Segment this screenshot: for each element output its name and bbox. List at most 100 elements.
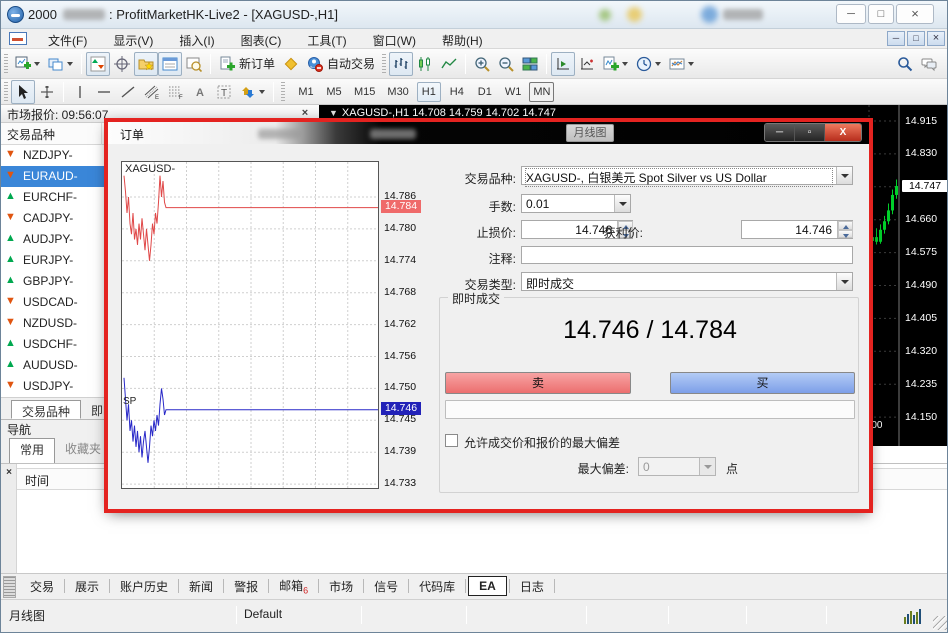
market-watch-close-icon[interactable]: × xyxy=(298,106,312,120)
window-minimize-button[interactable]: ─ xyxy=(836,4,866,24)
dock-panel-icon[interactable] xyxy=(3,576,16,598)
timeframe-H4[interactable]: H4 xyxy=(445,82,469,102)
svg-text:T: T xyxy=(221,88,227,99)
chevron-down-icon[interactable] xyxy=(836,273,852,290)
menu-item[interactable]: 插入(I) xyxy=(166,29,227,49)
menu-item[interactable]: 帮助(H) xyxy=(429,29,496,49)
chat-button[interactable] xyxy=(917,52,941,76)
navigator-toggle-button[interactable] xyxy=(134,52,158,76)
deviation-checkbox-label[interactable]: 允许成交价和报价的最大偏差 xyxy=(464,434,620,451)
timeframe-W1[interactable]: W1 xyxy=(501,82,526,102)
menu-item[interactable]: 工具(T) xyxy=(294,29,359,49)
toolbar-grip[interactable] xyxy=(4,54,8,74)
auto-scroll-button[interactable] xyxy=(575,52,599,76)
terminal-tab-交易[interactable]: 交易 xyxy=(22,575,62,598)
data-window-button[interactable] xyxy=(110,52,134,76)
timeframe-M5[interactable]: M5 xyxy=(322,82,346,102)
terminal-tab-代码库[interactable]: 代码库 xyxy=(411,575,463,598)
bar-chart-button[interactable] xyxy=(389,52,413,76)
search-button[interactable] xyxy=(893,52,917,76)
terminal-tab-展示[interactable]: 展示 xyxy=(67,575,107,598)
dialog-maximize-button[interactable]: ▫ xyxy=(795,124,825,142)
toolbar-grip[interactable] xyxy=(4,82,8,102)
menu-item[interactable]: 显示(V) xyxy=(100,29,166,49)
profiles-button[interactable] xyxy=(44,52,77,76)
window-close-button[interactable]: × xyxy=(896,4,934,24)
spinner-buttons[interactable] xyxy=(837,221,852,238)
terminal-close-icon[interactable]: × xyxy=(3,467,15,479)
toolbar-grip[interactable] xyxy=(382,54,386,74)
trendline-tool-button[interactable] xyxy=(116,80,140,104)
new-order-button[interactable]: 新订单 xyxy=(215,52,279,76)
timeframe-M1[interactable]: M1 xyxy=(294,82,318,102)
strategy-tester-button[interactable] xyxy=(182,52,206,76)
svg-text:E: E xyxy=(155,95,159,100)
terminal-tab-账户历史[interactable]: 账户历史 xyxy=(112,575,176,598)
child-minimize-button[interactable]: ─ xyxy=(887,31,905,46)
text-tool-button[interactable]: A xyxy=(188,80,212,104)
zoom-in-button[interactable] xyxy=(470,52,494,76)
candlestick-chart-button[interactable] xyxy=(413,52,437,76)
terminal-tab-新闻[interactable]: 新闻 xyxy=(181,575,221,598)
terminal-tab-EA[interactable]: EA xyxy=(468,576,507,596)
indicators-button[interactable] xyxy=(599,52,632,76)
crosshair-tool-button[interactable] xyxy=(35,80,59,104)
templates-button[interactable] xyxy=(665,52,698,76)
line-chart-button[interactable] xyxy=(437,52,461,76)
terminal-tab-市场[interactable]: 市场 xyxy=(321,575,361,598)
dialog-close-button[interactable]: X xyxy=(825,124,861,142)
buy-button[interactable]: 买 xyxy=(670,372,855,394)
toolbar-grip[interactable] xyxy=(281,82,285,102)
zoom-out-button[interactable] xyxy=(494,52,518,76)
sell-button[interactable]: 卖 xyxy=(445,372,631,394)
timeframe-D1[interactable]: D1 xyxy=(473,82,497,102)
monthly-chart-overlay-button[interactable]: 月线图 xyxy=(566,124,614,142)
timeframe-M15[interactable]: M15 xyxy=(350,82,379,102)
symbol-dropdown[interactable]: XAGUSD-, 白银美元 Spot Silver vs US Dollar xyxy=(521,166,853,185)
status-profile[interactable]: Default xyxy=(244,607,282,621)
tab-symbols[interactable]: 交易品种 xyxy=(11,400,81,419)
order-type-dropdown[interactable]: 即时成交 xyxy=(521,272,853,291)
resize-grip[interactable] xyxy=(933,616,947,630)
market-watch-toggle-button[interactable] xyxy=(86,52,110,76)
horizontal-line-tool-button[interactable] xyxy=(92,80,116,104)
take-profit-spinner[interactable]: 14.746 xyxy=(741,220,853,239)
new-chart-button[interactable] xyxy=(11,52,44,76)
terminal-tab-日志[interactable]: 日志 xyxy=(512,575,552,598)
dialog-title-bar[interactable]: 订单 月线图 ─ ▫ X xyxy=(108,122,869,144)
text-label-tool-button[interactable]: T xyxy=(212,80,236,104)
timeframe-MN[interactable]: MN xyxy=(529,82,554,102)
terminal-tab-信号[interactable]: 信号 xyxy=(366,575,406,598)
chevron-down-icon[interactable] xyxy=(614,195,630,212)
tab-favorites[interactable]: 收藏夹 xyxy=(55,438,111,464)
fibonacci-tool-button[interactable]: F xyxy=(164,80,188,104)
volume-dropdown[interactable]: 0.01 xyxy=(521,194,631,213)
menu-item[interactable]: 图表(C) xyxy=(228,29,295,49)
one-click-trading-arrow-icon[interactable]: ▼ xyxy=(329,108,338,118)
timeframe-M30[interactable]: M30 xyxy=(383,82,412,102)
terminal-tab-警报[interactable]: 警报 xyxy=(226,575,266,598)
dialog-minimize-button[interactable]: ─ xyxy=(765,124,795,142)
cursor-tool-button[interactable] xyxy=(11,80,35,104)
comment-input[interactable] xyxy=(521,246,853,264)
child-close-button[interactable]: × xyxy=(927,31,945,46)
chevron-down-icon[interactable] xyxy=(836,167,852,184)
menu-item[interactable]: 文件(F) xyxy=(35,29,100,49)
deviation-checkbox[interactable] xyxy=(445,434,458,447)
periods-button[interactable] xyxy=(632,52,665,76)
vertical-line-tool-button[interactable] xyxy=(68,80,92,104)
terminal-toggle-button[interactable] xyxy=(158,52,182,76)
child-restore-button[interactable]: □ xyxy=(907,31,925,46)
window-maximize-button[interactable]: □ xyxy=(868,4,894,24)
auto-trading-button[interactable]: 自动交易 xyxy=(303,52,379,76)
arrows-tool-button[interactable] xyxy=(236,80,269,104)
metaeditor-button[interactable] xyxy=(279,52,303,76)
tile-windows-button[interactable] xyxy=(518,52,542,76)
tab-common[interactable]: 常用 xyxy=(9,438,55,464)
chart-shift-button[interactable] xyxy=(551,52,575,76)
status-left-text: 月线图 xyxy=(9,607,45,624)
terminal-tab-邮箱[interactable]: 邮箱6 xyxy=(271,574,316,598)
equidistant-channel-tool-button[interactable]: E xyxy=(140,80,164,104)
menu-item[interactable]: 窗口(W) xyxy=(360,29,429,49)
timeframe-H1[interactable]: H1 xyxy=(417,82,441,102)
